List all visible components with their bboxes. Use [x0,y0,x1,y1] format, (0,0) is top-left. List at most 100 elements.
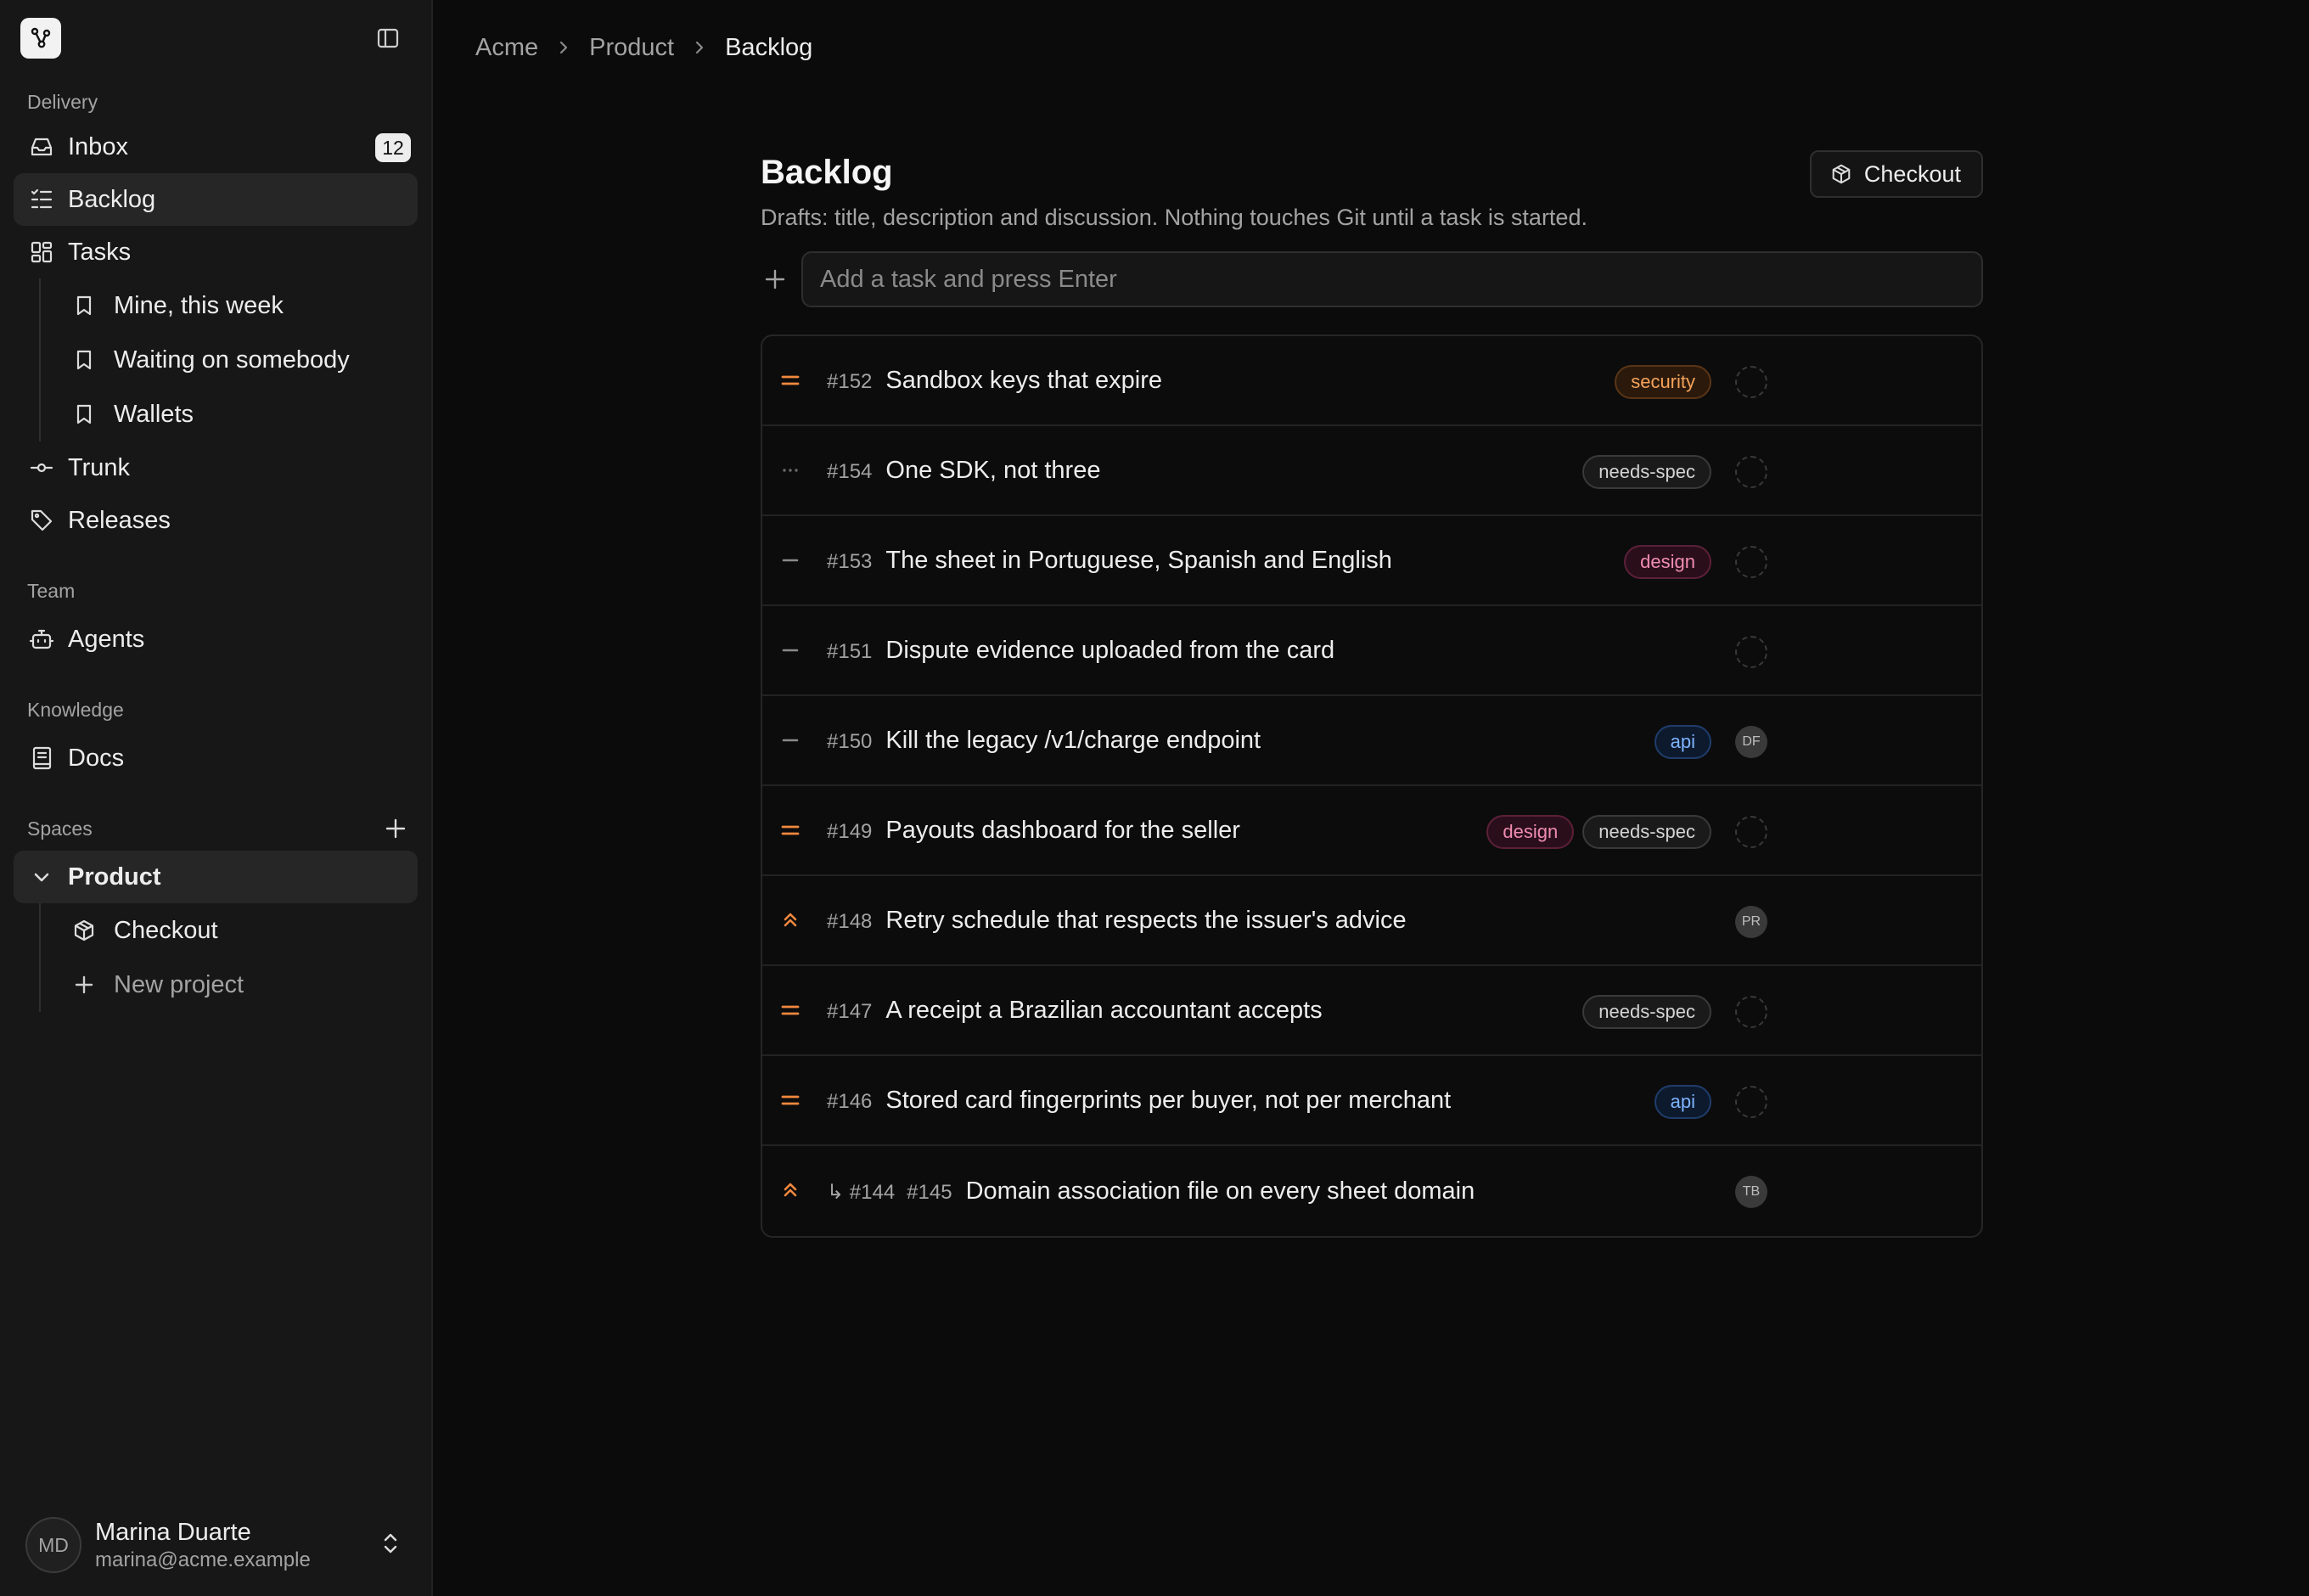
project-item-checkout[interactable]: Checkout [41,903,431,958]
sidebar-toggle-icon[interactable] [374,24,402,53]
task-number: #151 [827,639,873,663]
new-project-label: New project [114,970,244,998]
new-project-button[interactable]: New project [41,958,431,1012]
task-row[interactable]: ↳ #144 #145 Domain association file on eve… [762,1146,1981,1236]
task-row[interactable]: #146 Stored card fingerprints per buyer, … [762,1056,1981,1146]
task-title[interactable]: The sheet in Portuguese, Spanish and Eng… [885,547,1392,575]
task-main: #153 The sheet in Portuguese, Spanish and… [827,547,1392,575]
tag-badge[interactable]: needs-spec [1582,455,1711,489]
task-main: #150 Kill the legacy /v1/charge endpoint [827,727,1261,755]
space-item-product[interactable]: Product [14,851,418,903]
breadcrumb: Acme Product Backlog [475,31,812,65]
priority-low-icon[interactable] [781,641,800,660]
tag-badge[interactable]: design [1624,545,1711,579]
sidebar-header [0,0,431,75]
task-title[interactable]: Retry schedule that respects the issuer'… [885,907,1406,935]
assignee-avatar[interactable]: TB [1735,1176,1767,1208]
task-row[interactable]: #148 Retry schedule that respects the iss… [762,876,1981,966]
add-task-input[interactable] [801,251,1983,307]
avatar: MD [25,1517,81,1573]
section-label-knowledge: Knowledge [27,698,124,721]
priority-medium-icon[interactable] [781,371,800,390]
task-title[interactable]: Kill the legacy /v1/charge endpoint [885,727,1261,755]
breadcrumb-product[interactable]: Product [589,34,674,62]
assignee-avatar[interactable]: DF [1735,726,1767,758]
section-label-spaces: Spaces [27,817,93,840]
task-title[interactable]: Dispute evidence uploaded from the card [885,637,1334,665]
task-row[interactable]: #151 Dispute evidence uploaded from the c… [762,606,1981,696]
backlog-panel: Backlog Checkout Drafts: title, descript… [761,144,1983,1238]
task-row[interactable]: #147 A receipt a Brazilian accountant acc… [762,966,1981,1056]
unassigned-avatar[interactable] [1735,456,1767,488]
sidebar-item-label: Agents [68,625,145,653]
tag-badge[interactable]: api [1654,1085,1711,1119]
tag-icon [27,506,56,535]
task-row[interactable]: #149 Payouts dashboard for the seller desi… [762,786,1981,876]
task-main: #149 Payouts dashboard for the seller [827,817,1240,845]
tag-badge[interactable]: design [1486,815,1575,849]
unassigned-avatar[interactable] [1735,636,1767,668]
unassigned-avatar[interactable] [1735,816,1767,848]
task-row[interactable]: #154 One SDK, not three needs-spec [762,426,1981,516]
unassigned-avatar[interactable] [1735,1086,1767,1118]
view-wallets[interactable]: Wallets [41,387,431,441]
priority-medium-icon[interactable] [781,1091,800,1110]
tag-badge[interactable]: security [1615,365,1711,399]
task-title[interactable]: Domain association file on every sheet d… [966,1177,1475,1205]
plus-icon[interactable] [761,265,789,294]
unassigned-avatar[interactable] [1735,366,1767,398]
project-checkout-button[interactable]: Checkout [1809,150,1983,198]
task-title[interactable]: A receipt a Brazilian accountant accepts [885,997,1322,1025]
assignee-avatar[interactable]: PR [1735,906,1767,938]
app-logo-icon[interactable] [20,18,61,59]
user-menu[interactable]: MD Marina Duarte marina@acme.example [0,1494,431,1596]
priority-high-icon[interactable] [781,911,800,930]
sidebar-item-releases[interactable]: Releases [14,494,418,547]
bookmark-icon [71,402,97,427]
package-icon [1830,163,1852,185]
view-label: Mine, this week [114,291,284,319]
task-row[interactable]: #150 Kill the legacy /v1/charge endpoint a… [762,696,1981,786]
task-main: #146 Stored card fingerprints per buyer, … [827,1087,1451,1115]
sidebar-item-docs[interactable]: Docs [14,732,418,784]
task-title[interactable]: Stored card fingerprints per buyer, not … [885,1087,1451,1115]
unassigned-avatar[interactable] [1735,546,1767,578]
task-row[interactable]: #153 The sheet in Portuguese, Spanish and… [762,516,1981,606]
sidebar-item-trunk[interactable]: Trunk [14,441,418,494]
priority-none-icon[interactable] [781,461,800,480]
task-views-list: Mine, this week Waiting on somebody Wall… [39,278,431,441]
task-number: #146 [827,1089,873,1113]
task-title[interactable]: One SDK, not three [885,457,1100,485]
sidebar-item-label: Tasks [68,238,132,266]
sidebar-item-backlog[interactable]: Backlog [14,173,418,226]
task-tags: needs-spec [1582,455,1711,489]
tag-badge[interactable]: needs-spec [1582,995,1711,1029]
priority-high-icon[interactable] [781,1181,800,1200]
task-main: #148 Retry schedule that respects the iss… [827,907,1407,935]
tag-badge[interactable]: api [1654,725,1711,759]
task-title[interactable]: Sandbox keys that expire [885,367,1162,395]
chevrons-up-down-icon [380,1530,401,1561]
priority-low-icon[interactable] [781,731,800,750]
user-email: marina@acme.example [95,1548,311,1571]
breadcrumb-acme[interactable]: Acme [475,34,538,62]
priority-medium-icon[interactable] [781,1001,800,1020]
view-waiting-on-somebody[interactable]: Waiting on somebody [41,333,431,387]
priority-low-icon[interactable] [781,551,800,570]
sidebar-item-tasks[interactable]: Tasks [14,226,418,278]
view-mine-this-week[interactable]: Mine, this week [41,278,431,333]
task-title[interactable]: Payouts dashboard for the seller [885,817,1240,845]
add-task-row [761,251,1983,307]
priority-medium-icon[interactable] [781,821,800,840]
task-number: #149 [827,819,873,843]
sidebar-item-inbox[interactable]: Inbox 12 [14,121,418,173]
list-checks-icon [27,185,56,214]
parent-task-ref[interactable]: ↳ #144 [827,1180,895,1205]
task-tags: needs-spec [1582,995,1711,1029]
add-space-icon[interactable] [380,813,411,844]
bot-icon [27,625,56,654]
sidebar-item-agents[interactable]: Agents [14,613,418,666]
tag-badge[interactable]: needs-spec [1582,815,1711,849]
unassigned-avatar[interactable] [1735,996,1767,1028]
task-row[interactable]: #152 Sandbox keys that expire security [762,336,1981,426]
